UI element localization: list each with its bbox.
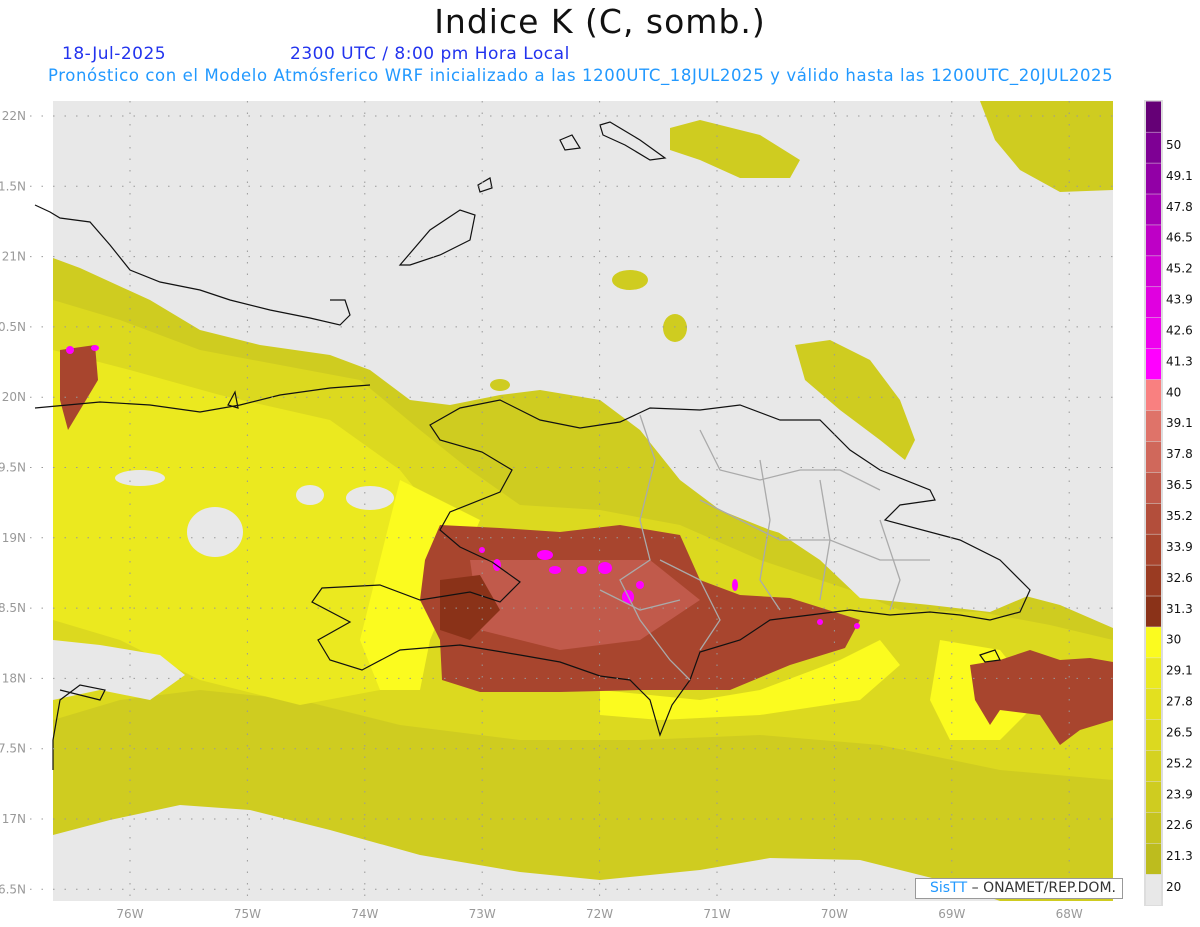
- colorbar-segment: [1146, 225, 1161, 256]
- lat-tick-label: 17N: [2, 812, 26, 826]
- colorbar-label: 37.8: [1166, 447, 1193, 461]
- credit-box: SisΤΤ – ONAMET/REP.DOM.: [915, 878, 1123, 899]
- colorbar-label: 32.6: [1166, 571, 1193, 585]
- colorbar-label: 22.6: [1166, 818, 1193, 832]
- colorbar-segment: [1146, 874, 1161, 905]
- colorbar-label: 50: [1166, 138, 1181, 152]
- colorbar-label: 43.9: [1166, 293, 1193, 307]
- colorbar-label: 42.6: [1166, 323, 1193, 337]
- map-title: Indice K (C, somb.): [434, 2, 766, 41]
- colorbar-label: 49.1: [1166, 169, 1193, 183]
- colorbar-label: 35.2: [1166, 509, 1193, 523]
- lat-tick-label: 6.5N: [0, 882, 26, 896]
- forecast-time: 2300 UTC / 8:00 pm Hora Local: [290, 44, 570, 64]
- credit-text: – ONAMET/REP.DOM.: [971, 880, 1116, 896]
- lat-tick-label: 21N: [2, 250, 26, 264]
- colorbar-segment: [1146, 534, 1161, 565]
- colorbar-segment: [1146, 287, 1161, 318]
- lon-tick-label: 74W: [351, 907, 378, 921]
- lon-tick-label: 69W: [938, 907, 965, 921]
- lat-tick-label: 1.5N: [0, 179, 26, 193]
- lat-tick-label: 20N: [2, 390, 26, 404]
- colorbar: 20 21.3 22.6 23.9 25.2 26.5 27.8 29.1 30 31.3 32.6…: [1144, 100, 1193, 906]
- colorbar-segment: [1146, 843, 1161, 875]
- colorbar-segment: [1146, 627, 1161, 658]
- lat-tick-label: 19N: [2, 531, 26, 545]
- colorbar-label: 26.5: [1166, 725, 1193, 739]
- colorbar-label: 21.3: [1166, 849, 1193, 863]
- colorbar-segment: [1146, 565, 1161, 596]
- colorbar-segment: [1146, 317, 1161, 349]
- colorbar-label: 45.2: [1166, 262, 1193, 276]
- credit-brand: SisΤΤ: [930, 880, 968, 896]
- colorbar-segment: [1146, 658, 1161, 689]
- colorbar-label: 47.8: [1166, 200, 1193, 214]
- colorbar-label: 25.2: [1166, 756, 1193, 770]
- colorbar-segment: [1146, 812, 1161, 844]
- colorbar-label: 41.3: [1166, 354, 1193, 368]
- colorbar-label: 40: [1166, 385, 1181, 399]
- colorbar-label: 46.5: [1166, 231, 1193, 245]
- lat-tick-label: 22N: [2, 109, 26, 123]
- colorbar-segment: [1146, 194, 1161, 225]
- forecast-info: Pronóstico con el Modelo Atmósferico WRF…: [48, 66, 1114, 85]
- colorbar-label: 23.9: [1166, 787, 1193, 801]
- colorbar-label: 27.8: [1166, 695, 1193, 709]
- lon-tick-label: 73W: [469, 907, 496, 921]
- colorbar-segment: [1146, 503, 1161, 534]
- k-index-map: 76W 75W 74W 73W 72W 71W 70W 69W 68W 22N 1.5N 21N 0.5…: [0, 100, 1193, 921]
- colorbar-segment: [1146, 689, 1161, 720]
- lat-tick-label: 0.5N: [0, 320, 26, 334]
- lat-tick-label: 18N: [2, 671, 26, 685]
- lon-tick-label: 68W: [1056, 907, 1083, 921]
- colorbar-segment: [1146, 441, 1161, 473]
- colorbar-label: 31.3: [1166, 602, 1193, 616]
- colorbar-label: 39.1: [1166, 416, 1193, 430]
- lat-tick-label: 8.5N: [0, 601, 26, 615]
- colorbar-label: 20: [1166, 880, 1181, 894]
- lat-tick-label: 7.5N: [0, 742, 26, 756]
- colorbar-segment: [1146, 101, 1161, 132]
- colorbar-segment: [1146, 256, 1161, 287]
- colorbar-segment: [1146, 750, 1161, 782]
- colorbar-segment: [1146, 132, 1161, 163]
- colorbar-segment: [1146, 379, 1161, 411]
- colorbar-label: 30: [1166, 633, 1181, 647]
- colorbar-segment: [1146, 719, 1161, 751]
- lon-tick-label: 75W: [234, 907, 261, 921]
- colorbar-segment: [1146, 163, 1161, 194]
- lon-tick-label: 72W: [586, 907, 613, 921]
- colorbar-label: 29.1: [1166, 664, 1193, 678]
- colorbar-segment: [1146, 472, 1161, 503]
- colorbar-label: 33.9: [1166, 540, 1193, 554]
- colorbar-segment: [1146, 781, 1161, 813]
- lon-tick-label: 76W: [116, 907, 143, 921]
- lon-tick-label: 71W: [703, 907, 730, 921]
- colorbar-segment: [1146, 410, 1161, 442]
- lat-tick-label: 9.5N: [0, 461, 26, 475]
- colorbar-segment: [1146, 596, 1161, 627]
- colorbar-segment: [1146, 348, 1161, 380]
- lon-tick-label: 70W: [821, 907, 848, 921]
- colorbar-label: 36.5: [1166, 478, 1193, 492]
- forecast-date: 18-Jul-2025: [62, 44, 167, 64]
